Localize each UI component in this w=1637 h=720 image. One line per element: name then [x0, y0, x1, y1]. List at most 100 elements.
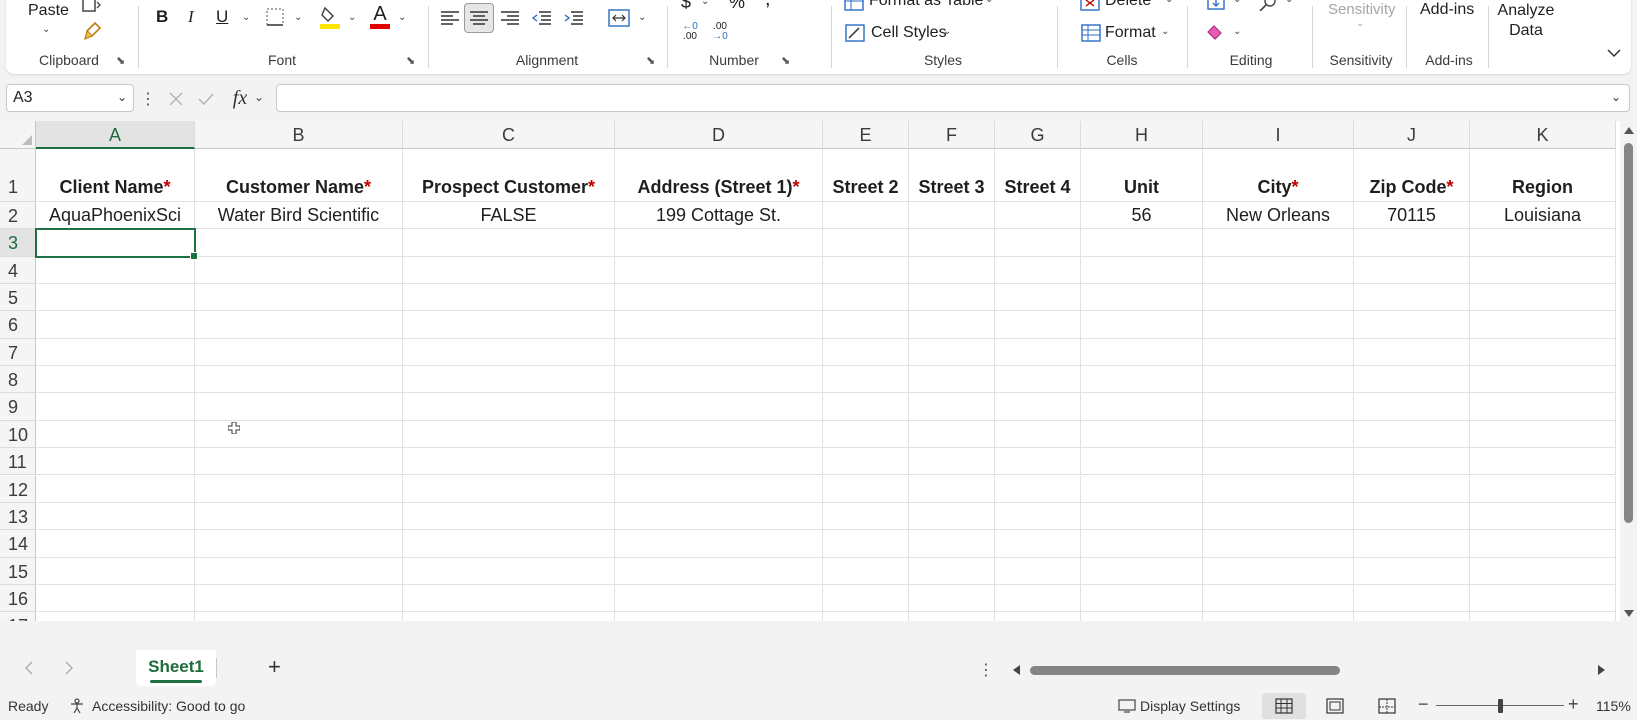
- cell-f2[interactable]: [909, 202, 995, 230]
- accessibility-icon[interactable]: [68, 697, 86, 715]
- cell-b15[interactable]: [195, 557, 403, 585]
- format-as-table-button[interactable]: Format as Table: [869, 0, 983, 10]
- row-header-5[interactable]: 5: [0, 284, 36, 312]
- column-header-i[interactable]: I: [1203, 121, 1354, 149]
- name-box[interactable]: A3 ⌄: [6, 84, 134, 112]
- cell-g13[interactable]: [995, 502, 1081, 531]
- cell-j13[interactable]: [1354, 502, 1470, 531]
- column-header-c[interactable]: C: [403, 121, 615, 149]
- row-header-10[interactable]: 10: [0, 420, 36, 449]
- cell-g4[interactable]: [995, 256, 1081, 285]
- cell-f11[interactable]: [909, 448, 995, 476]
- cell-h16[interactable]: [1081, 584, 1203, 613]
- font-color-icon[interactable]: A: [368, 2, 392, 30]
- row-header-17[interactable]: 17: [0, 612, 36, 621]
- cell-e3[interactable]: [823, 229, 909, 257]
- cell-a6[interactable]: [36, 311, 195, 339]
- cell-h17[interactable]: [1081, 612, 1203, 621]
- cell-e1[interactable]: Street 2: [823, 149, 909, 202]
- analyze-data-button[interactable]: Analyze Data: [1496, 1, 1556, 41]
- cell-b14[interactable]: [195, 530, 403, 558]
- cell-h10[interactable]: [1081, 420, 1203, 449]
- cell-d5[interactable]: [615, 284, 823, 312]
- cell-e17[interactable]: [823, 612, 909, 621]
- cell-f6[interactable]: [909, 311, 995, 339]
- cell-g9[interactable]: [995, 393, 1081, 421]
- alignment-launcher-icon[interactable]: ⬊: [646, 55, 658, 67]
- currency-button[interactable]: $: [681, 0, 691, 13]
- cell-f3[interactable]: [909, 229, 995, 257]
- cell-j8[interactable]: [1354, 366, 1470, 394]
- cell-j11[interactable]: [1354, 448, 1470, 476]
- cell-i12[interactable]: [1203, 475, 1354, 503]
- cell-b17[interactable]: [195, 612, 403, 621]
- row-header-11[interactable]: 11: [0, 448, 36, 476]
- cell-k5[interactable]: [1470, 284, 1616, 312]
- row-header-4[interactable]: 4: [0, 256, 36, 285]
- accessibility-status[interactable]: Accessibility: Good to go: [92, 698, 245, 714]
- cell-styles-button[interactable]: Cell Styles: [871, 24, 947, 42]
- cell-f16[interactable]: [909, 584, 995, 613]
- cell-i16[interactable]: [1203, 584, 1354, 613]
- cell-g17[interactable]: [995, 612, 1081, 621]
- cell-a13[interactable]: [36, 502, 195, 531]
- clipboard-launcher-icon[interactable]: ⬊: [116, 55, 128, 67]
- column-header-e[interactable]: E: [823, 121, 909, 149]
- cell-j4[interactable]: [1354, 256, 1470, 285]
- page-layout-view-icon[interactable]: [1324, 696, 1346, 716]
- cell-b4[interactable]: [195, 256, 403, 285]
- row-header-12[interactable]: 12: [0, 475, 36, 503]
- cell-a7[interactable]: [36, 338, 195, 367]
- cell-i4[interactable]: [1203, 256, 1354, 285]
- cell-b11[interactable]: [195, 448, 403, 476]
- cell-f10[interactable]: [909, 420, 995, 449]
- cell-e8[interactable]: [823, 366, 909, 394]
- cell-d10[interactable]: [615, 420, 823, 449]
- delete-dropdown-icon[interactable]: ⌄: [1165, 0, 1173, 5]
- cell-j6[interactable]: [1354, 311, 1470, 339]
- cell-c8[interactable]: [403, 366, 615, 394]
- row-header-7[interactable]: 7: [0, 338, 36, 367]
- cell-i1[interactable]: City*: [1203, 149, 1354, 202]
- cell-h6[interactable]: [1081, 311, 1203, 339]
- cell-k1[interactable]: Region: [1470, 149, 1616, 202]
- cell-f7[interactable]: [909, 338, 995, 367]
- row-header-16[interactable]: 16: [0, 584, 36, 613]
- worksheet-grid[interactable]: ABCDEFGHIJK1234567891011121314151617Clie…: [0, 121, 1620, 621]
- formula-input[interactable]: ⌄: [276, 84, 1630, 112]
- cell-g16[interactable]: [995, 584, 1081, 613]
- cell-c16[interactable]: [403, 584, 615, 613]
- cell-d9[interactable]: [615, 393, 823, 421]
- cell-j10[interactable]: [1354, 420, 1470, 449]
- align-right-icon[interactable]: [498, 6, 522, 30]
- cell-h14[interactable]: [1081, 530, 1203, 558]
- cell-j1[interactable]: Zip Code*: [1354, 149, 1470, 202]
- find-select-icon[interactable]: [1257, 0, 1279, 12]
- cell-k17[interactable]: [1470, 612, 1616, 621]
- cell-h3[interactable]: [1081, 229, 1203, 257]
- cell-b12[interactable]: [195, 475, 403, 503]
- format-as-table-dropdown-icon[interactable]: ⌄: [985, 0, 993, 5]
- fill-icon[interactable]: [1205, 0, 1227, 12]
- prev-sheet-icon[interactable]: [20, 658, 38, 678]
- cell-j16[interactable]: [1354, 584, 1470, 613]
- sensitivity-dropdown-icon[interactable]: ⌄: [1356, 18, 1364, 29]
- cell-k14[interactable]: [1470, 530, 1616, 558]
- cell-k13[interactable]: [1470, 502, 1616, 531]
- cell-d11[interactable]: [615, 448, 823, 476]
- cell-k7[interactable]: [1470, 338, 1616, 367]
- cell-h7[interactable]: [1081, 338, 1203, 367]
- tabs-options-icon[interactable]: ⋮: [978, 660, 994, 680]
- cell-k2[interactable]: Louisiana: [1470, 202, 1616, 230]
- cell-a17[interactable]: [36, 612, 195, 621]
- cell-f15[interactable]: [909, 557, 995, 585]
- decrease-indent-icon[interactable]: [530, 6, 554, 30]
- cell-e11[interactable]: [823, 448, 909, 476]
- cell-a1[interactable]: Client Name*: [36, 149, 195, 202]
- cell-i11[interactable]: [1203, 448, 1354, 476]
- row-header-15[interactable]: 15: [0, 557, 36, 585]
- cell-j14[interactable]: [1354, 530, 1470, 558]
- format-dropdown-icon[interactable]: ⌄: [1161, 26, 1169, 37]
- cell-d7[interactable]: [615, 338, 823, 367]
- cell-h2[interactable]: 56: [1081, 202, 1203, 230]
